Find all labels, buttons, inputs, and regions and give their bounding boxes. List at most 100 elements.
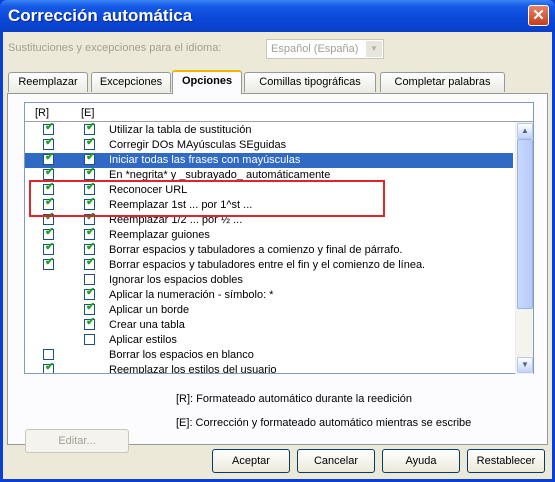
reset-button[interactable]: Restablecer — [467, 449, 545, 473]
checkbox-e[interactable]: ✔ — [84, 286, 95, 300]
legend-e: [E]: Corrección y formateado automático … — [176, 417, 472, 429]
option-label: Crear una tabla — [109, 319, 185, 331]
option-label: Aplicar estilos — [109, 334, 177, 346]
checkbox-e[interactable]: ✔ — [84, 316, 96, 330]
window-title: Corrección automática — [8, 6, 193, 25]
options-rows: ✔ ✔ Utilizar la tabla de sustitución ✔ ✔ Corr… — [25, 123, 513, 373]
language-value: Español (España) — [271, 43, 359, 55]
checkbox-r[interactable]: ✔ — [43, 196, 54, 210]
tab-opciones[interactable]: Opciones — [172, 70, 242, 94]
legend-r: [R]: Formateado automático durante la re… — [176, 393, 413, 405]
checkbox-e[interactable]: ✔ — [84, 166, 96, 180]
tab-completar[interactable]: Completar palabras — [380, 72, 505, 92]
checkmark-icon: ✔ — [86, 136, 96, 148]
title-bar[interactable]: Corrección automática ✕ — [0, 0, 555, 32]
help-button[interactable]: Ayuda — [382, 449, 460, 473]
list-item[interactable]: ✔ ✔ Iniciar todas las frases con mayúscula… — [25, 151, 513, 168]
option-label: Borrar espacios y tabuladores entre el f… — [109, 259, 426, 271]
checkbox-e[interactable]: ✔ — [84, 274, 95, 285]
scroll-up-button[interactable]: ▲ — [517, 123, 533, 139]
option-label: Iniciar todas las frases con mayúsculas — [109, 154, 301, 166]
checkbox-r[interactable]: ✔ — [43, 226, 55, 240]
tab-reemplazar[interactable]: Reemplazar — [8, 72, 88, 92]
checkbox-e[interactable]: ✔ — [84, 136, 96, 150]
dialog-body: Sustituciones y excepciones para el idio… — [3, 32, 552, 479]
column-header-e: [E] — [81, 107, 95, 119]
checkmark-icon: ✔ — [86, 196, 96, 208]
checkbox-r[interactable]: ✔ — [43, 361, 55, 373]
checkbox-r[interactable]: ✔ — [43, 241, 55, 255]
checkmark-icon: ✔ — [86, 226, 96, 238]
option-label: Borrar espacios y tabuladores a comienzo… — [109, 244, 403, 256]
checkbox-e[interactable]: ✔ — [84, 211, 96, 225]
list-item[interactable]: ✔ Aplicar estilos — [25, 333, 513, 348]
option-label: Aplicar la numeración - símbolo: * — [109, 289, 274, 301]
checkbox-e[interactable]: ✔ — [84, 123, 96, 135]
checkbox-e[interactable]: ✔ — [84, 226, 96, 240]
checkbox-r[interactable]: ✔ — [43, 166, 55, 180]
checkbox-r[interactable]: ✔ — [43, 181, 55, 195]
checkmark-icon: ✔ — [45, 226, 55, 238]
language-select: Español (España) ▼ — [266, 39, 384, 59]
checkbox-r[interactable]: ✔ — [43, 349, 54, 360]
list-item[interactable]: ✔ ✔ Reemplazar 1/2 ... por ½ ... — [25, 211, 513, 228]
checkbox-e[interactable]: ✔ — [84, 151, 95, 165]
list-item[interactable]: ✔ ✔ Utilizar la tabla de sustitución — [25, 123, 513, 138]
checkbox-r[interactable]: ✔ — [43, 151, 55, 165]
checkbox-r[interactable]: ✔ — [43, 123, 55, 135]
checkmark-icon: ✔ — [86, 316, 96, 328]
checkmark-icon: ✔ — [45, 211, 55, 223]
checkbox-e[interactable]: ✔ — [84, 334, 95, 345]
close-icon: ✕ — [532, 7, 545, 24]
list-item[interactable]: ✔ ✔ Borrar espacios y tabuladores entre el… — [25, 256, 513, 273]
tab-excepciones[interactable]: Excepciones — [91, 72, 171, 92]
language-label: Sustituciones y excepciones para el idio… — [8, 42, 222, 54]
ok-button[interactable]: Aceptar — [212, 449, 290, 473]
checkbox-e[interactable]: ✔ — [84, 241, 95, 255]
list-item[interactable]: ✔ Aplicar un borde — [25, 301, 513, 318]
list-item[interactable]: ✔ Reemplazar los estilos del usuario — [25, 361, 513, 373]
checkbox-e[interactable]: ✔ — [84, 181, 96, 195]
list-item[interactable]: ✔ ✔ Corregir DOs MAyúsculas SEguidas — [25, 136, 513, 153]
checkmark-icon: ✔ — [45, 136, 55, 148]
checkmark-icon: ✔ — [86, 256, 96, 268]
checkmark-icon: ✔ — [86, 123, 96, 133]
list-item[interactable]: ✔ ✔ Reemplazar guiones — [25, 226, 513, 243]
autocorrect-dialog: Corrección automática ✕ Sustituciones y … — [0, 0, 555, 482]
option-label: Reemplazar guiones — [109, 229, 210, 241]
checkmark-icon: ✔ — [86, 166, 96, 178]
checkmark-icon: ✔ — [45, 151, 55, 163]
checkmark-icon: ✔ — [45, 181, 55, 193]
list-item[interactable]: ✔ ✔ Borrar espacios y tabuladores a comien… — [25, 241, 513, 258]
checkbox-r[interactable]: ✔ — [43, 211, 55, 225]
edit-button[interactable]: Editar... — [25, 429, 129, 453]
checkmark-icon: ✔ — [86, 211, 96, 223]
vertical-scrollbar[interactable]: ▲ ▼ — [515, 122, 533, 374]
list-item[interactable]: ✔ ✔ Reemplazar 1st ... por 1^st ... — [25, 196, 513, 213]
checkmark-icon: ✔ — [45, 241, 55, 253]
scroll-down-button[interactable]: ▼ — [517, 357, 533, 373]
cancel-button[interactable]: Cancelar — [297, 449, 375, 473]
checkmark-icon: ✔ — [45, 166, 55, 178]
list-item[interactable]: ✔ Crear una tabla — [25, 316, 513, 333]
list-item[interactable]: ✔ Ignorar los espacios dobles — [25, 273, 513, 288]
checkbox-e[interactable]: ✔ — [84, 256, 96, 270]
option-label: Ignorar los espacios dobles — [109, 274, 243, 286]
option-label: Reemplazar 1st ... por 1^st ... — [109, 199, 253, 211]
list-item[interactable]: ✔ Borrar los espacios en blanco — [25, 348, 513, 363]
list-item[interactable]: ✔ Aplicar la numeración - símbolo: * — [25, 286, 513, 303]
checkbox-e[interactable]: ✔ — [84, 196, 96, 210]
checkbox-r[interactable]: ✔ — [43, 256, 55, 270]
checkmark-icon: ✔ — [45, 361, 55, 373]
list-item[interactable]: ✔ ✔ Reconocer URL — [25, 181, 513, 198]
checkbox-e[interactable]: ✔ — [84, 301, 95, 315]
tab-comillas[interactable]: Comillas tipográficas — [244, 72, 376, 92]
scroll-thumb[interactable] — [517, 139, 533, 309]
checkbox-r[interactable]: ✔ — [43, 136, 55, 150]
header-divider — [25, 121, 533, 122]
checkmark-icon: ✔ — [45, 123, 55, 133]
close-button[interactable]: ✕ — [528, 5, 549, 26]
checkmark-icon: ✔ — [86, 181, 96, 193]
checkmark-icon: ✔ — [45, 256, 55, 268]
list-item[interactable]: ✔ ✔ En *negrita* y _subrayado_ automáticam… — [25, 166, 513, 183]
